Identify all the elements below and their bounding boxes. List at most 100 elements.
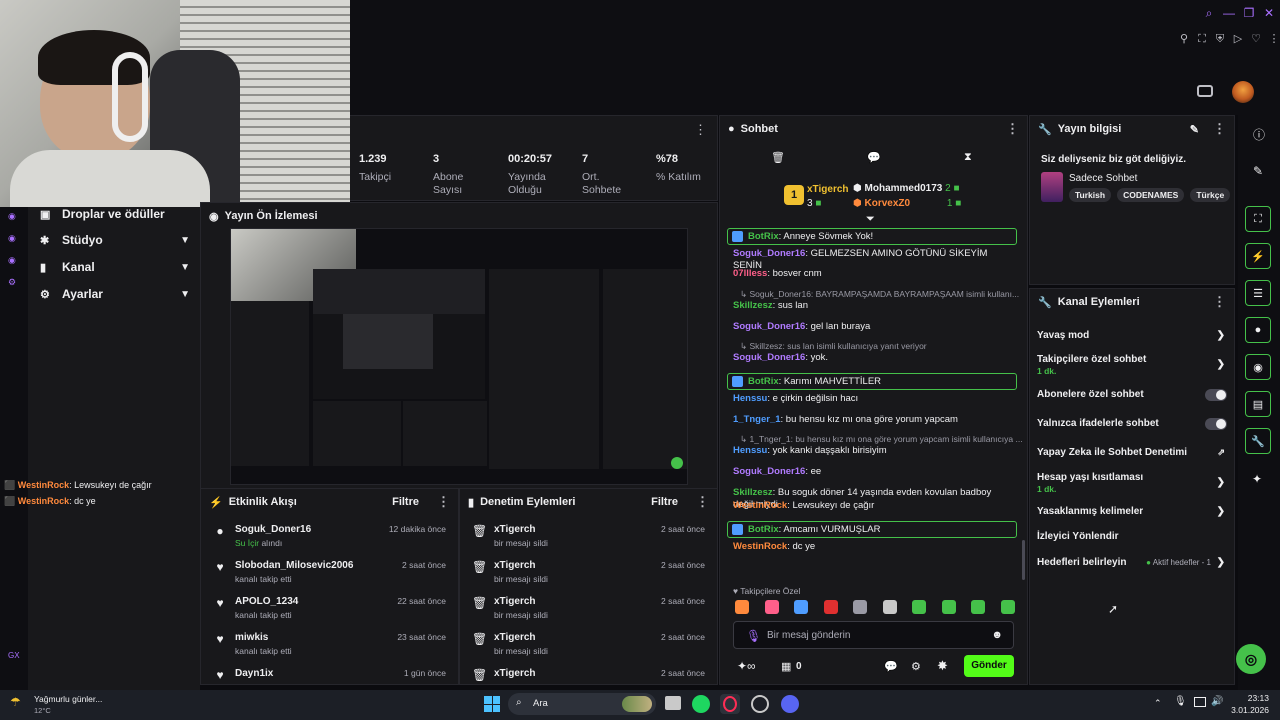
reply-context[interactable]: ↳ 1_Tnger_1: bu hensu kız mı ona göre yo… [740, 433, 1025, 445]
emote[interactable] [971, 600, 985, 614]
close-icon[interactable]: ✕ [1262, 6, 1276, 20]
spotify-icon[interactable] [692, 695, 710, 713]
nav-drops[interactable]: ▣ Droplar ve ödüller [40, 204, 190, 224]
chat-message[interactable]: Henssu: e çirkin değilsin hacı [733, 393, 1018, 405]
clock-time[interactable]: 23:13 [1233, 693, 1269, 703]
chat-user[interactable]: Soguk_Doner16 [733, 321, 805, 332]
chat-user[interactable]: 07llless [733, 268, 767, 279]
tag[interactable]: Türkçe [1190, 188, 1231, 202]
minimize-icon[interactable]: — [1222, 6, 1236, 20]
chat-message[interactable]: WestinRock: Lewsukeyı de çağır [733, 500, 1018, 512]
nav-settings[interactable]: ⚙ Ayarlar ▼ [40, 284, 190, 304]
moderation-filter-button[interactable]: Filtre [651, 496, 678, 508]
emote[interactable] [823, 600, 838, 614]
chat-user[interactable]: Soguk_Doner16 [733, 248, 805, 259]
activity-row[interactable]: ♥ miwkis kanalı takip etti 23 saat önce [213, 629, 446, 665]
stats-more-icon[interactable]: ⋮ [694, 122, 707, 138]
side-rail-icons[interactable]: ◉ ◉ ◉ ⚙ [8, 205, 18, 287]
nav-channel[interactable]: ▮ Kanal ▼ [40, 257, 190, 277]
start-button[interactable] [484, 696, 500, 712]
chat-user[interactable]: BotRix [748, 231, 779, 242]
crop-icon[interactable]: ⛶ [1195, 32, 1209, 46]
activity-more-icon[interactable]: ⋮ [437, 494, 450, 510]
rail-wrench-button[interactable]: 🔧 [1245, 428, 1271, 454]
moderation-row[interactable]: 🗑 xTigerch bir mesajı sildi 2 saat önce [472, 521, 705, 557]
chat-user[interactable]: WestinRock [733, 541, 787, 552]
reply-context[interactable]: ↳ Skillzesz: sus lan isimli kullanıcıya … [740, 340, 1025, 352]
rail-clip-button[interactable]: ⛶ [1245, 206, 1271, 232]
leader-third[interactable]: ⬢ KorvexZ0 1 ■ [853, 196, 963, 211]
chat-bubble-icon[interactable]: 💬 [867, 151, 881, 164]
category-name[interactable]: Sadece Sohbet [1069, 173, 1137, 184]
chat-user[interactable]: BotRix [748, 376, 779, 387]
more-icon[interactable]: ⋮ [1267, 32, 1280, 46]
restore-icon[interactable]: ❐ [1242, 6, 1256, 20]
action-account-age[interactable]: Hesap yaşı kısıtlaması 1 dk. ❯ [1037, 472, 1227, 494]
activity-row[interactable]: ● Soguk_Doner16 Su İçir alındı 12 dakika ön… [213, 521, 446, 557]
tray-chevron-icon[interactable]: ⌃ [1154, 698, 1162, 709]
chat-user[interactable]: Soguk_Doner16 [733, 466, 805, 477]
taskbar-search[interactable]: ⌕ Ara [508, 693, 656, 715]
emote[interactable] [853, 600, 867, 614]
chat-message[interactable]: Soguk_Doner16: gel lan buraya [733, 321, 1018, 333]
send-button[interactable]: Gönder [964, 655, 1014, 677]
opera-gx-button[interactable] [720, 694, 740, 714]
emote[interactable] [882, 600, 897, 614]
play-icon[interactable]: ▷ [1231, 32, 1245, 46]
emote[interactable] [912, 600, 926, 614]
moderation-more-icon[interactable]: ⋮ [696, 494, 709, 510]
info-icon[interactable]: ⓘ [1253, 126, 1265, 143]
leader-second[interactable]: ⬢ Mohammed0173 2 ■ [853, 181, 963, 196]
category-thumbnail[interactable] [1041, 172, 1063, 202]
rail-bolt-button[interactable]: ⚡ [1245, 243, 1271, 269]
moderation-row[interactable]: 🗑 xTigerch bir mesajı sildi 2 saat önce [472, 593, 705, 629]
action-slow-mode[interactable]: Yavaş mod ❯ [1037, 330, 1227, 341]
action-emote-only[interactable]: Yalnızca ifadelerle sohbet [1037, 418, 1227, 430]
search-icon[interactable]: ⌕ [1202, 6, 1216, 20]
pencil-icon[interactable]: ✎ [1190, 123, 1199, 136]
trash-icon[interactable]: 🗑 [771, 151, 785, 164]
gift-icon[interactable]: ▦ [781, 660, 791, 673]
action-raid[interactable]: İzleyici Yönlendir [1037, 531, 1227, 542]
emote-only-toggle[interactable] [1205, 418, 1227, 430]
chat-message[interactable]: Skillzesz: sus lan [733, 300, 1018, 312]
rail-chat-button[interactable]: ● [1245, 317, 1271, 343]
shield-icon[interactable]: ⛨ [1213, 32, 1227, 46]
rail-broadcast-button[interactable]: ◉ [1245, 354, 1271, 380]
hourglass-icon[interactable]: ⧗ [964, 151, 972, 164]
bot-message[interactable]: BotRix: Anneye Sövmek Yok! [727, 228, 1017, 245]
chat-input[interactable]: 🎙 Bir mesaj gönderin ☻ [733, 621, 1014, 649]
badge-icon[interactable]: ✸ [937, 658, 948, 674]
emote[interactable] [1000, 600, 1015, 614]
stream-info-more-icon[interactable]: ⋮ [1213, 121, 1226, 137]
reply-context[interactable]: ↳ Soguk_Doner16: BAYRAMPAŞAMDA BAYRAMPAŞ… [740, 288, 1025, 300]
chat-message[interactable]: Henssu: yok kanki daşşaklı birisiyim [733, 445, 1018, 457]
chat-message[interactable]: WestinRock: dc ye [733, 541, 1018, 553]
display-icon[interactable] [1194, 697, 1206, 707]
weather-icon[interactable]: ☂ [10, 695, 21, 709]
action-ai-moderation[interactable]: Yapay Zeka ile Sohbet Denetimi ⇗ [1037, 447, 1227, 458]
chat-user[interactable]: WestinRock [733, 500, 787, 511]
volume-icon[interactable]: 🔊 [1211, 696, 1223, 707]
app-icon[interactable] [751, 695, 769, 713]
emoji-icon[interactable]: ☻ [991, 629, 1003, 641]
emote[interactable] [764, 600, 779, 614]
microphone-icon[interactable]: 🎙 [1174, 696, 1187, 707]
stream-preview-video[interactable] [230, 228, 688, 485]
theater-icon[interactable] [1197, 85, 1213, 97]
chat-message[interactable]: Soguk_Doner16: ee [733, 466, 1018, 478]
support-button[interactable]: ◎ [1236, 644, 1266, 674]
chat-message[interactable]: Soguk_Doner16: yok. [733, 352, 1018, 364]
pinned-icon[interactable]: ⏷ [866, 213, 880, 227]
users-icon[interactable]: ✦ [1252, 472, 1262, 486]
clock-date[interactable]: 3.01.2026 [1225, 705, 1269, 715]
action-banned-words[interactable]: Yasaklanmış kelimeler ❯ [1037, 506, 1227, 517]
chat-user[interactable]: Soguk_Doner16 [733, 352, 805, 363]
leader-first[interactable]: xTigerch 3 ■ [807, 183, 849, 211]
chat-bubble-icon[interactable]: 💬 [884, 660, 898, 673]
activity-row[interactable]: ♥ APOLO_1234 kanalı takip etti 22 saat önce [213, 593, 446, 629]
action-goals[interactable]: Hedefleri belirleyin ● Aktif hedefler - 1… [1037, 557, 1227, 568]
chat-user[interactable]: 1_Tnger_1 [733, 414, 781, 425]
pin-icon[interactable]: ⚲ [1177, 32, 1191, 46]
emote[interactable] [941, 600, 956, 614]
